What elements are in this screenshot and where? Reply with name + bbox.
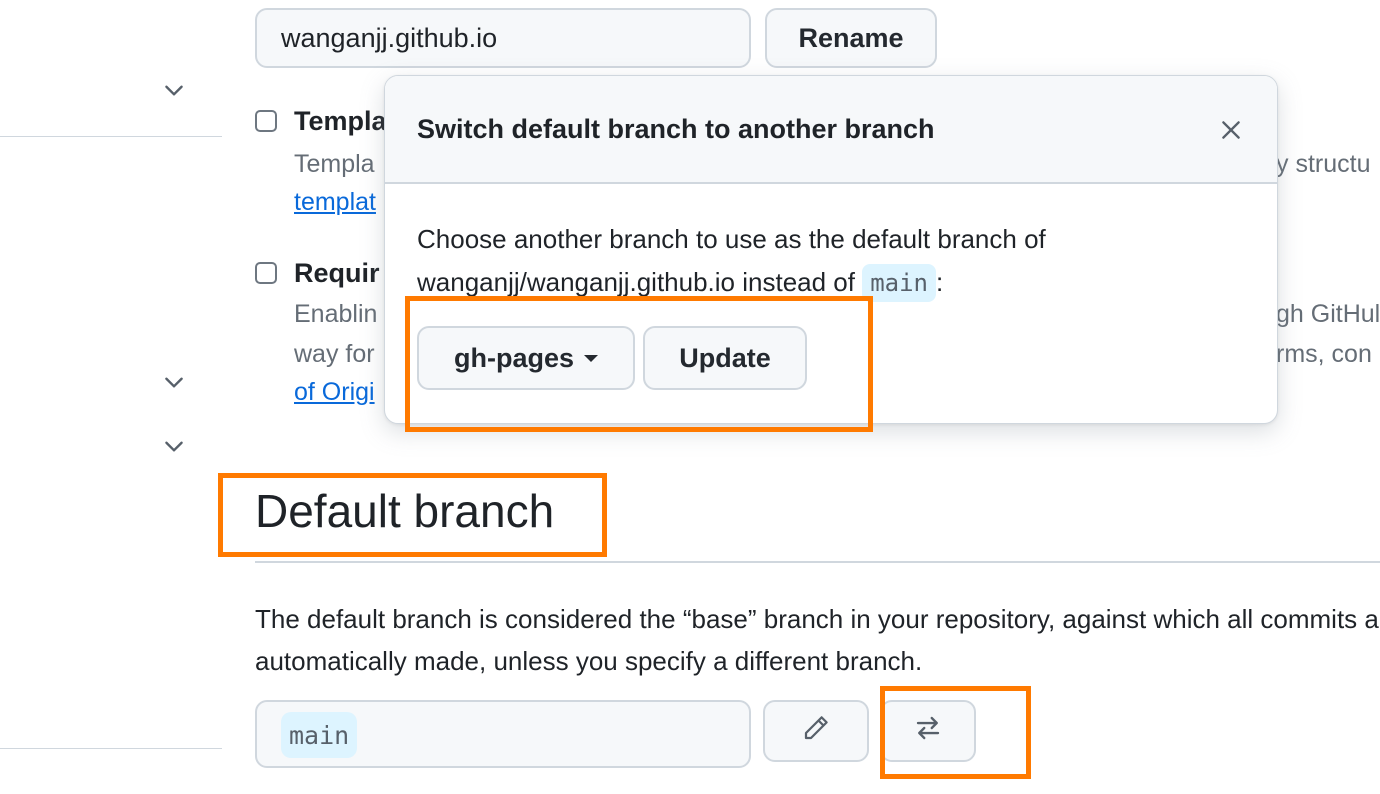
require-signoff-description: Enablin [294, 300, 378, 328]
update-button[interactable]: Update [643, 326, 807, 390]
dialog-title: Switch default branch to another branch [417, 114, 935, 144]
dialog-body-text: Choose another branch to use as the defa… [417, 218, 1247, 305]
template-repository-link[interactable]: templat [294, 188, 376, 217]
sidebar-divider [0, 136, 222, 137]
template-repository-description-tail: y structu [1276, 150, 1371, 178]
chevron-down-icon[interactable] [160, 368, 188, 396]
dialog-header: Switch default branch to another branch [385, 76, 1277, 184]
caret-down-icon [584, 354, 598, 362]
section-divider [255, 561, 1380, 563]
switch-default-branch-dialog: Switch default branch to another branch … [384, 75, 1278, 424]
selected-branch-label: gh-pages [453, 342, 574, 373]
require-signoff-description-line2: way for [294, 340, 375, 368]
arrow-switch-icon [913, 713, 943, 750]
default-branch-field: main [255, 700, 751, 768]
require-signoff-description-line2-tail: rms, con [1276, 340, 1372, 368]
repository-name-input[interactable]: wanganjj.github.io [255, 8, 751, 68]
pencil-icon [801, 713, 831, 750]
switch-branch-button[interactable] [880, 700, 976, 762]
template-repository-title: Templa [294, 106, 387, 136]
sidebar-divider [0, 748, 222, 749]
close-icon[interactable] [1215, 114, 1247, 146]
chevron-down-icon[interactable] [160, 432, 188, 460]
dialog-current-branch-code: main [862, 264, 936, 302]
settings-page: wanganjj.github.io Rename Templa Templa … [0, 0, 1380, 794]
developer-certificate-link[interactable]: of Origi [294, 378, 375, 407]
default-branch-heading: Default branch [255, 485, 555, 537]
branch-select-dropdown[interactable]: gh-pages [417, 326, 635, 390]
require-signoff-checkbox[interactable] [255, 262, 277, 284]
chevron-down-icon[interactable] [160, 76, 188, 104]
require-signoff-title: Requir [294, 258, 380, 288]
require-signoff-description-tail: gh GitHul [1276, 300, 1380, 328]
rename-button[interactable]: Rename [765, 8, 937, 68]
template-repository-checkbox[interactable] [255, 110, 277, 132]
rename-branch-button[interactable] [763, 700, 869, 762]
default-branch-description: The default branch is considered the “ba… [255, 604, 1380, 676]
template-repository-description: Templa [294, 150, 375, 178]
dialog-body-prefix: Choose another branch to use as the defa… [417, 224, 1046, 297]
dialog-body-suffix: : [936, 267, 944, 297]
current-branch-code: main [281, 712, 358, 758]
